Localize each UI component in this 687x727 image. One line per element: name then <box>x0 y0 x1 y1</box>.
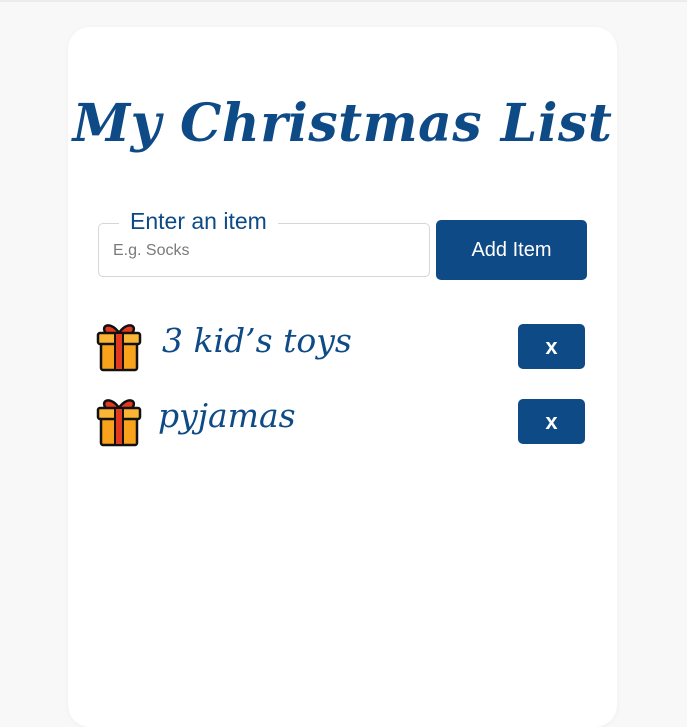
item-label: pyjamas <box>158 396 296 435</box>
item-input[interactable] <box>113 238 413 264</box>
item-label: 3 kid’s toys <box>162 321 352 360</box>
gift-icon <box>96 399 142 447</box>
page-top-border <box>0 0 687 2</box>
gift-icon <box>96 324 142 372</box>
list-card: My Christmas List Enter an item Add Item… <box>68 27 617 727</box>
remove-item-button[interactable]: x <box>518 324 585 369</box>
page-title: My Christmas List <box>72 93 613 154</box>
item-field: Enter an item <box>98 206 430 277</box>
list-item: 3 kid’s toys x <box>96 317 587 373</box>
add-item-button[interactable]: Add Item <box>436 220 587 280</box>
list-item: pyjamas x <box>96 392 587 448</box>
remove-item-button[interactable]: x <box>518 399 585 444</box>
item-field-legend: Enter an item <box>119 206 278 236</box>
